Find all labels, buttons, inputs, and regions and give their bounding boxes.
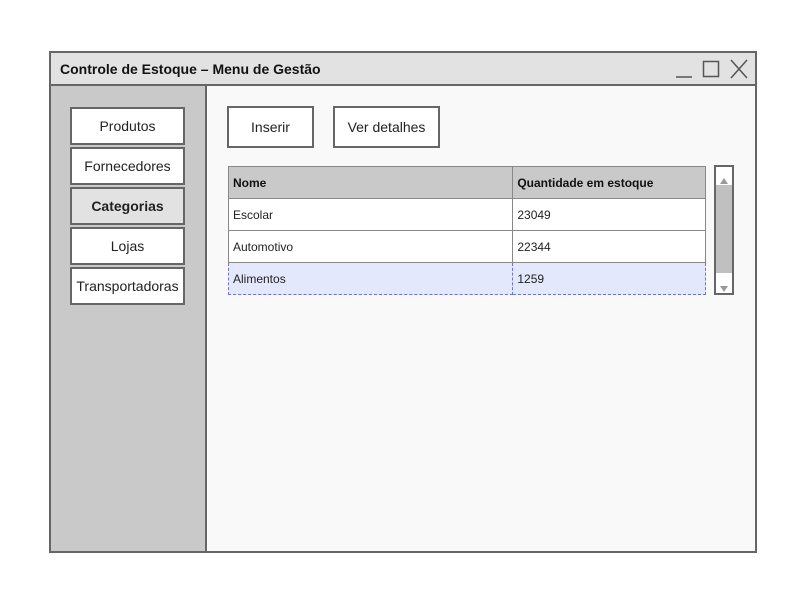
sidebar-item-transportadoras[interactable]: Transportadoras xyxy=(70,267,185,305)
sidebar-item-lojas[interactable]: Lojas xyxy=(70,227,185,265)
maximize-icon[interactable] xyxy=(702,57,720,81)
sidebar-item-label: Lojas xyxy=(110,238,145,254)
title-bar[interactable]: Controle de Estoque – Menu de Gestão xyxy=(51,53,755,86)
table-row[interactable]: Escolar 23049 xyxy=(227,198,706,231)
sidebar-item-label: Fornecedores xyxy=(84,158,171,174)
view-details-button[interactable]: Ver detalhes xyxy=(333,106,440,148)
table-header-row: Nome Quantidade em estoque xyxy=(227,166,706,199)
chevron-down-icon[interactable] xyxy=(719,280,729,292)
column-header-nome[interactable]: Nome xyxy=(227,166,514,199)
sidebar-item-label: Transportadoras xyxy=(76,278,179,294)
scrollbar-thumb[interactable] xyxy=(716,185,732,273)
close-icon[interactable] xyxy=(729,57,749,81)
sidebar-item-categorias[interactable]: Categorias xyxy=(70,187,185,225)
chevron-up-icon[interactable] xyxy=(719,172,729,184)
sidebar-item-fornecedores[interactable]: Fornecedores xyxy=(70,147,185,185)
sidebar-item-label: Produtos xyxy=(99,118,156,134)
insert-button[interactable]: Inserir xyxy=(227,106,314,148)
sidebar-nav: Produtos Fornecedores Categorias Lojas T… xyxy=(51,86,207,551)
cell-quantidade: 1259 xyxy=(512,262,706,295)
table-scrollbar[interactable] xyxy=(714,165,734,295)
insert-button-label: Inserir xyxy=(251,119,290,135)
view-details-button-label: Ver detalhes xyxy=(347,119,426,135)
sidebar-item-label: Categorias xyxy=(91,198,164,214)
cell-nome: Escolar xyxy=(227,198,514,231)
categories-table: Nome Quantidade em estoque Escolar 23049… xyxy=(227,166,706,295)
window-title: Controle de Estoque – Menu de Gestão xyxy=(60,61,321,77)
cell-quantidade: 23049 xyxy=(512,198,706,231)
column-header-quantidade[interactable]: Quantidade em estoque xyxy=(512,166,706,199)
cell-quantidade: 22344 xyxy=(512,230,706,263)
cell-nome: Alimentos xyxy=(227,262,514,295)
table-row-selected[interactable]: Alimentos 1259 xyxy=(227,262,706,295)
cell-nome: Automotivo xyxy=(227,230,514,263)
minimize-icon[interactable] xyxy=(675,57,693,81)
table-row[interactable]: Automotivo 22344 xyxy=(227,230,706,263)
sidebar-item-produtos[interactable]: Produtos xyxy=(70,107,185,145)
app-window: Controle de Estoque – Menu de Gestão Pro… xyxy=(49,51,757,553)
